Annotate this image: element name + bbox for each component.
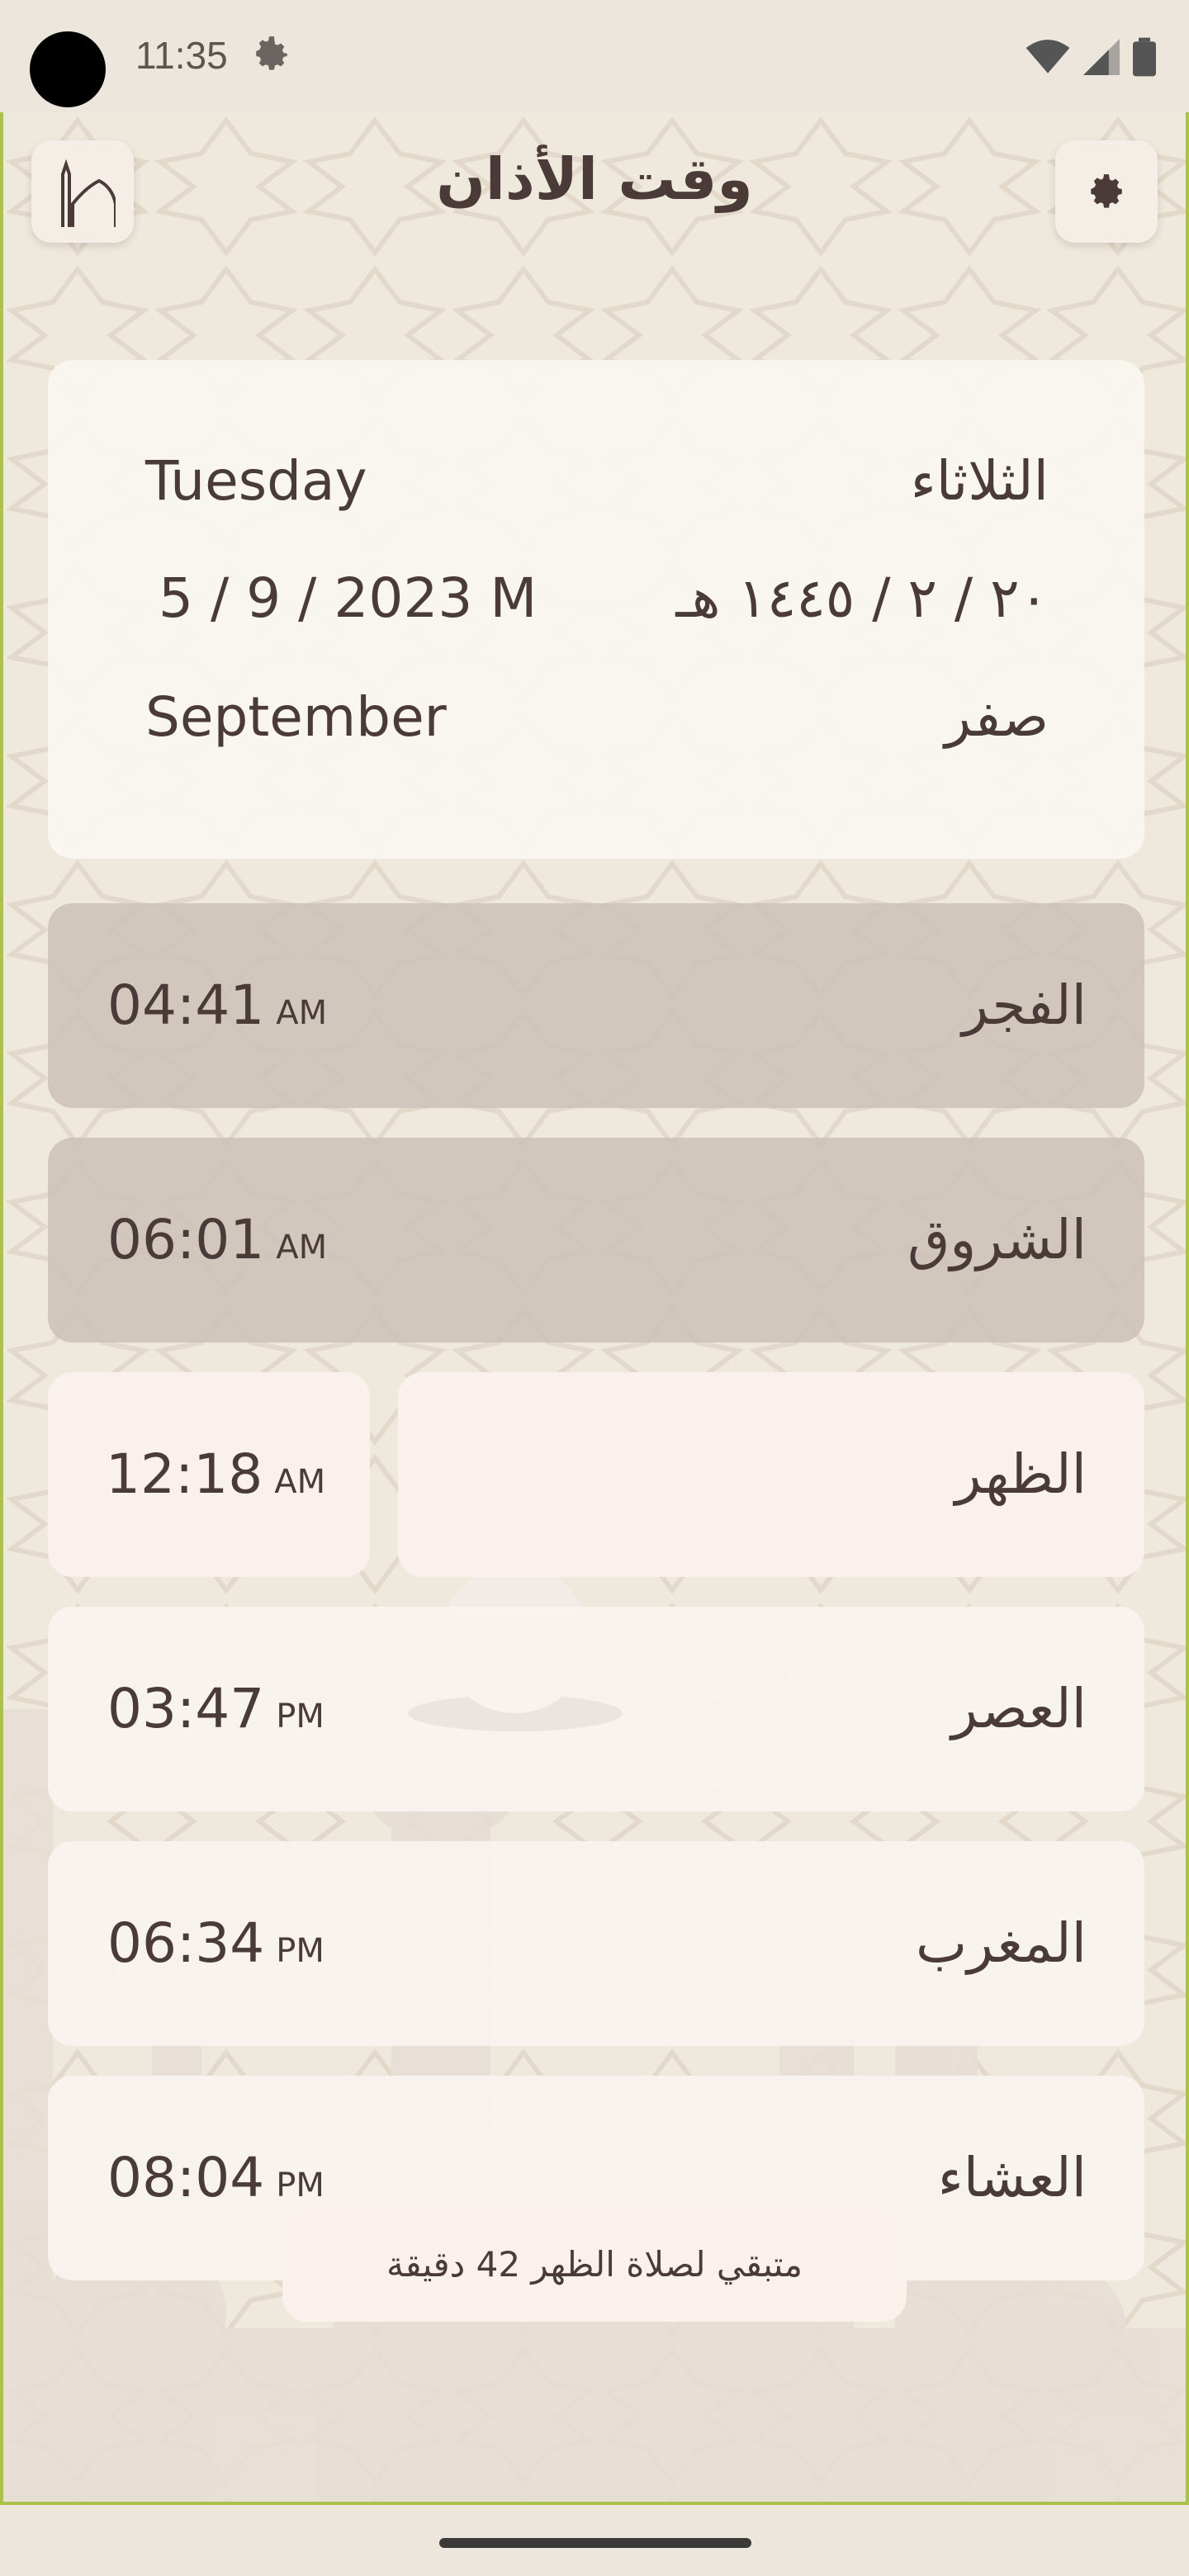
next-prayer-time-box[interactable]: 12:18 AM [48, 1372, 370, 1577]
prayer-name: الشروق [907, 1208, 1087, 1271]
prayer-time: 03:47 PM [107, 1677, 324, 1740]
prayer-row-asr[interactable]: العصر 03:47 PM [48, 1607, 1144, 1811]
prayer-time: 06:01 AM [107, 1208, 328, 1271]
settings-gear-icon [256, 36, 287, 70]
gregorian-date: 5 / 9 / 2023 M [159, 566, 538, 630]
hijri-date: ٢٠ / ٢ / ١٤٤٥ هـ [675, 566, 1049, 630]
prayer-time: 12:18 AM [106, 1442, 326, 1506]
signal-icon [1083, 39, 1120, 75]
prayer-time: 06:34 PM [107, 1911, 324, 1975]
page-title: وقت الأذان [436, 145, 753, 213]
month-english: September [145, 685, 447, 749]
wifi-icon [1026, 40, 1070, 73]
prayer-name: الفجر [962, 973, 1087, 1037]
home-gesture-handle[interactable] [439, 2538, 751, 2548]
status-time: 11:35 [135, 34, 228, 77]
prayer-time: 04:41 AM [107, 973, 328, 1037]
month-arabic: صفر [945, 685, 1049, 749]
date-card: Tuesday الثلاثاء 5 / 9 / 2023 M ٢٠ / ٢ /… [48, 360, 1144, 859]
next-prayer-name-box[interactable]: الظهر [398, 1372, 1144, 1577]
battery-icon [1133, 37, 1156, 77]
countdown-toast: متبقي لصلاة الظهر 42 دقيقة [282, 2208, 907, 2322]
settings-button[interactable] [1055, 140, 1158, 243]
status-bar: 11:35 [0, 0, 1189, 112]
prayer-row-maghrib[interactable]: المغرب 06:34 PM [48, 1841, 1144, 2046]
app-screen: وقت الأذان Tuesday الثلاثاء 5 / 9 / 2023… [0, 112, 1189, 2505]
settings-icon [1091, 174, 1122, 208]
prayer-row-fajr[interactable]: الفجر 04:41 AM [48, 903, 1144, 1108]
prayer-name: الظهر [955, 1442, 1087, 1506]
prayer-row-shuruq[interactable]: الشروق 06:01 AM [48, 1138, 1144, 1342]
weekday-english: Tuesday [145, 449, 367, 513]
prayer-name: العشاء [937, 2146, 1087, 2209]
camera-cutout [30, 31, 106, 107]
weekday-arabic: الثلاثاء [910, 449, 1049, 513]
prayer-name: المغرب [916, 1911, 1087, 1975]
navigation-bar [0, 2505, 1189, 2576]
prayer-name: العصر [951, 1677, 1087, 1740]
